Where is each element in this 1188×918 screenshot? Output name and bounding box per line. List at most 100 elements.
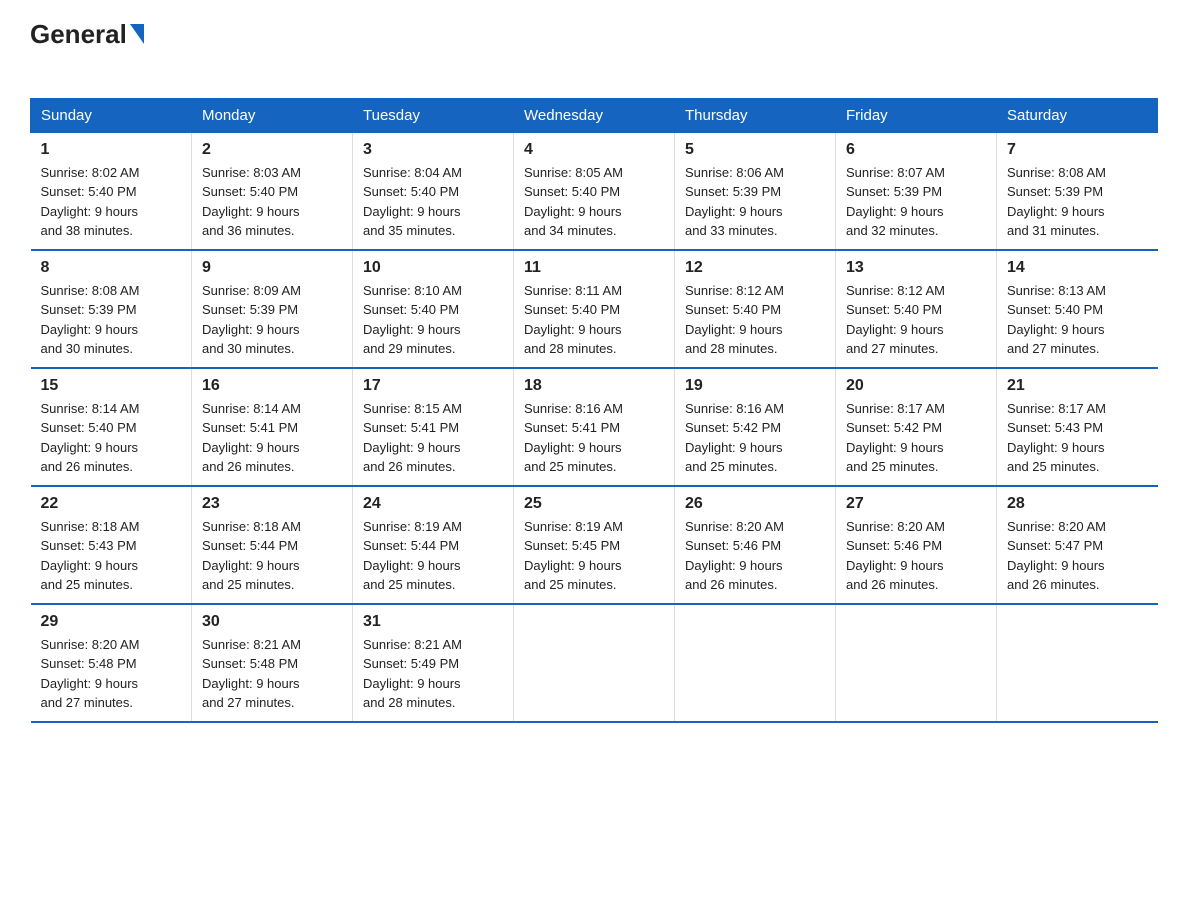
day-info: Sunrise: 8:20 AMSunset: 5:46 PMDaylight:…	[685, 517, 825, 595]
day-cell-10: 10Sunrise: 8:10 AMSunset: 5:40 PMDayligh…	[353, 250, 514, 368]
calendar-header: SundayMondayTuesdayWednesdayThursdayFrid…	[31, 98, 1158, 132]
day-number: 3	[363, 141, 503, 159]
day-info: Sunrise: 8:20 AMSunset: 5:47 PMDaylight:…	[1007, 517, 1148, 595]
day-cell-18: 18 Sunrise: 8:16 AMSunset: 5:41 PMDayligh…	[514, 368, 675, 486]
day-number: 27	[846, 495, 986, 513]
header-day-saturday: Saturday	[997, 98, 1158, 132]
day-cell-29: 29 Sunrise: 8:20 AMSunset: 5:48 PMDayligh…	[31, 604, 192, 722]
day-cell-14: 14Sunrise: 8:13 AMSunset: 5:40 PMDayligh…	[997, 250, 1158, 368]
day-cell-1: 1 Sunrise: 8:02 AMSunset: 5:40 PMDaylight…	[31, 132, 192, 250]
day-cell-23: 23 Sunrise: 8:18 AMSunset: 5:44 PMDayligh…	[192, 486, 353, 604]
day-number: 6	[846, 141, 986, 159]
day-number: 16	[202, 377, 342, 395]
day-info: Sunrise: 8:09 AMSunset: 5:39 PMDaylight:…	[202, 281, 342, 359]
day-info: Sunrise: 8:08 AMSunset: 5:39 PMDaylight:…	[41, 281, 182, 359]
day-cell-4: 4Sunrise: 8:05 AMSunset: 5:40 PMDaylight…	[514, 132, 675, 250]
calendar-table: SundayMondayTuesdayWednesdayThursdayFrid…	[30, 98, 1158, 723]
day-info: Sunrise: 8:18 AMSunset: 5:43 PMDaylight:…	[41, 517, 182, 595]
header-day-wednesday: Wednesday	[514, 98, 675, 132]
day-info: Sunrise: 8:05 AMSunset: 5:40 PMDaylight:…	[524, 163, 664, 241]
day-cell-24: 24 Sunrise: 8:19 AMSunset: 5:44 PMDayligh…	[353, 486, 514, 604]
day-number: 8	[41, 259, 182, 277]
day-cell-8: 8 Sunrise: 8:08 AMSunset: 5:39 PMDaylight…	[31, 250, 192, 368]
day-cell-16: 16 Sunrise: 8:14 AMSunset: 5:41 PMDayligh…	[192, 368, 353, 486]
day-cell-27: 27Sunrise: 8:20 AMSunset: 5:46 PMDayligh…	[836, 486, 997, 604]
day-info: Sunrise: 8:08 AMSunset: 5:39 PMDaylight:…	[1007, 163, 1148, 241]
day-info: Sunrise: 8:18 AMSunset: 5:44 PMDaylight:…	[202, 517, 342, 595]
day-number: 29	[41, 613, 182, 631]
day-number: 2	[202, 141, 342, 159]
header-day-thursday: Thursday	[675, 98, 836, 132]
day-number: 25	[524, 495, 664, 513]
day-info: Sunrise: 8:17 AMSunset: 5:43 PMDaylight:…	[1007, 399, 1148, 477]
day-number: 10	[363, 259, 503, 277]
day-cell-12: 12Sunrise: 8:12 AMSunset: 5:40 PMDayligh…	[675, 250, 836, 368]
day-number: 5	[685, 141, 825, 159]
day-info: Sunrise: 8:12 AMSunset: 5:40 PMDaylight:…	[846, 281, 986, 359]
day-number: 23	[202, 495, 342, 513]
day-info: Sunrise: 8:21 AMSunset: 5:49 PMDaylight:…	[363, 635, 503, 713]
day-info: Sunrise: 8:21 AMSunset: 5:48 PMDaylight:…	[202, 635, 342, 713]
week-row-5: 29 Sunrise: 8:20 AMSunset: 5:48 PMDayligh…	[31, 604, 1158, 722]
header-day-sunday: Sunday	[31, 98, 192, 132]
week-row-1: 1 Sunrise: 8:02 AMSunset: 5:40 PMDaylight…	[31, 132, 1158, 250]
week-row-3: 15Sunrise: 8:14 AMSunset: 5:40 PMDayligh…	[31, 368, 1158, 486]
day-info: Sunrise: 8:11 AMSunset: 5:40 PMDaylight:…	[524, 281, 664, 359]
day-number: 9	[202, 259, 342, 277]
day-info: Sunrise: 8:13 AMSunset: 5:40 PMDaylight:…	[1007, 281, 1148, 359]
day-number: 13	[846, 259, 986, 277]
day-number: 26	[685, 495, 825, 513]
day-cell-25: 25 Sunrise: 8:19 AMSunset: 5:45 PMDayligh…	[514, 486, 675, 604]
day-info: Sunrise: 8:19 AMSunset: 5:45 PMDaylight:…	[524, 517, 664, 595]
day-info: Sunrise: 8:06 AMSunset: 5:39 PMDaylight:…	[685, 163, 825, 241]
day-info: Sunrise: 8:16 AMSunset: 5:41 PMDaylight:…	[524, 399, 664, 477]
day-info: Sunrise: 8:15 AMSunset: 5:41 PMDaylight:…	[363, 399, 503, 477]
day-number: 22	[41, 495, 182, 513]
day-info: Sunrise: 8:07 AMSunset: 5:39 PMDaylight:…	[846, 163, 986, 241]
empty-cell	[514, 604, 675, 722]
day-info: Sunrise: 8:20 AMSunset: 5:48 PMDaylight:…	[41, 635, 182, 713]
logo-bottom-row	[30, 49, 32, 80]
day-cell-22: 22 Sunrise: 8:18 AMSunset: 5:43 PMDayligh…	[31, 486, 192, 604]
day-cell-31: 31 Sunrise: 8:21 AMSunset: 5:49 PMDayligh…	[353, 604, 514, 722]
empty-cell	[675, 604, 836, 722]
day-number: 21	[1007, 377, 1148, 395]
calendar-body: 1 Sunrise: 8:02 AMSunset: 5:40 PMDaylight…	[31, 132, 1158, 722]
day-number: 24	[363, 495, 503, 513]
day-cell-9: 9 Sunrise: 8:09 AMSunset: 5:39 PMDaylight…	[192, 250, 353, 368]
day-cell-19: 19 Sunrise: 8:16 AMSunset: 5:42 PMDayligh…	[675, 368, 836, 486]
day-info: Sunrise: 8:02 AMSunset: 5:40 PMDaylight:…	[41, 163, 182, 241]
day-number: 19	[685, 377, 825, 395]
day-info: Sunrise: 8:12 AMSunset: 5:40 PMDaylight:…	[685, 281, 825, 359]
day-number: 7	[1007, 141, 1148, 159]
header-day-tuesday: Tuesday	[353, 98, 514, 132]
day-info: Sunrise: 8:19 AMSunset: 5:44 PMDaylight:…	[363, 517, 503, 595]
day-number: 18	[524, 377, 664, 395]
week-row-2: 8 Sunrise: 8:08 AMSunset: 5:39 PMDaylight…	[31, 250, 1158, 368]
day-cell-11: 11Sunrise: 8:11 AMSunset: 5:40 PMDayligh…	[514, 250, 675, 368]
day-number: 28	[1007, 495, 1148, 513]
empty-cell	[997, 604, 1158, 722]
day-info: Sunrise: 8:14 AMSunset: 5:40 PMDaylight:…	[41, 399, 182, 477]
day-cell-7: 7 Sunrise: 8:08 AMSunset: 5:39 PMDaylight…	[997, 132, 1158, 250]
day-number: 31	[363, 613, 503, 631]
day-cell-26: 26 Sunrise: 8:20 AMSunset: 5:46 PMDayligh…	[675, 486, 836, 604]
day-cell-20: 20Sunrise: 8:17 AMSunset: 5:42 PMDayligh…	[836, 368, 997, 486]
day-cell-30: 30 Sunrise: 8:21 AMSunset: 5:48 PMDayligh…	[192, 604, 353, 722]
logo-top-row: General	[30, 20, 144, 49]
day-cell-6: 6 Sunrise: 8:07 AMSunset: 5:39 PMDaylight…	[836, 132, 997, 250]
day-info: Sunrise: 8:03 AMSunset: 5:40 PMDaylight:…	[202, 163, 342, 241]
header-day-friday: Friday	[836, 98, 997, 132]
day-info: Sunrise: 8:16 AMSunset: 5:42 PMDaylight:…	[685, 399, 825, 477]
day-cell-3: 3Sunrise: 8:04 AMSunset: 5:40 PMDaylight…	[353, 132, 514, 250]
logo-arrow-icon	[130, 24, 144, 44]
day-cell-28: 28 Sunrise: 8:20 AMSunset: 5:47 PMDayligh…	[997, 486, 1158, 604]
header-row: SundayMondayTuesdayWednesdayThursdayFrid…	[31, 98, 1158, 132]
day-cell-17: 17Sunrise: 8:15 AMSunset: 5:41 PMDayligh…	[353, 368, 514, 486]
day-info: Sunrise: 8:17 AMSunset: 5:42 PMDaylight:…	[846, 399, 986, 477]
day-cell-13: 13 Sunrise: 8:12 AMSunset: 5:40 PMDayligh…	[836, 250, 997, 368]
day-number: 30	[202, 613, 342, 631]
day-info: Sunrise: 8:14 AMSunset: 5:41 PMDaylight:…	[202, 399, 342, 477]
page-header: General	[30, 20, 1158, 80]
day-number: 1	[41, 141, 182, 159]
